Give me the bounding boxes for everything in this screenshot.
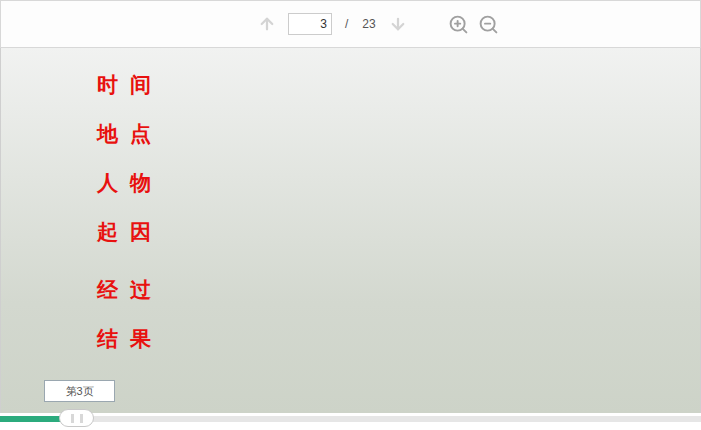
slide-label: 时间	[97, 70, 700, 100]
page-tooltip: 第3页	[44, 380, 115, 402]
progress-track	[0, 416, 701, 422]
page-input[interactable]	[288, 13, 332, 35]
slide-label: 地点	[97, 119, 700, 149]
zoom-in-button[interactable]	[448, 13, 470, 35]
progress-fill	[0, 416, 63, 422]
arrow-down-icon	[389, 15, 407, 33]
document-viewer: / 23 时间地点人物起因经过结果第3页	[0, 0, 701, 430]
label-group: 经过结果	[97, 275, 700, 354]
zoom-out-button[interactable]	[478, 13, 500, 35]
progress-thumb[interactable]	[59, 409, 94, 427]
slide-label: 人物	[97, 168, 700, 198]
page-total: 23	[362, 15, 375, 33]
zoom-in-icon	[448, 14, 469, 35]
slide-label: 经过	[97, 275, 700, 305]
slide: 时间地点人物起因经过结果	[0, 48, 701, 413]
prev-page-button[interactable]	[257, 14, 277, 34]
progress-bar[interactable]: 第3页	[0, 413, 701, 430]
next-page-button[interactable]	[388, 14, 408, 34]
page-separator: /	[345, 15, 348, 33]
arrow-up-icon	[258, 15, 276, 33]
slide-label: 结果	[97, 324, 700, 354]
label-group: 时间地点人物起因	[97, 70, 700, 247]
zoom-out-icon	[478, 14, 499, 35]
slide-label: 起因	[97, 217, 700, 247]
toolbar: / 23	[0, 0, 701, 48]
